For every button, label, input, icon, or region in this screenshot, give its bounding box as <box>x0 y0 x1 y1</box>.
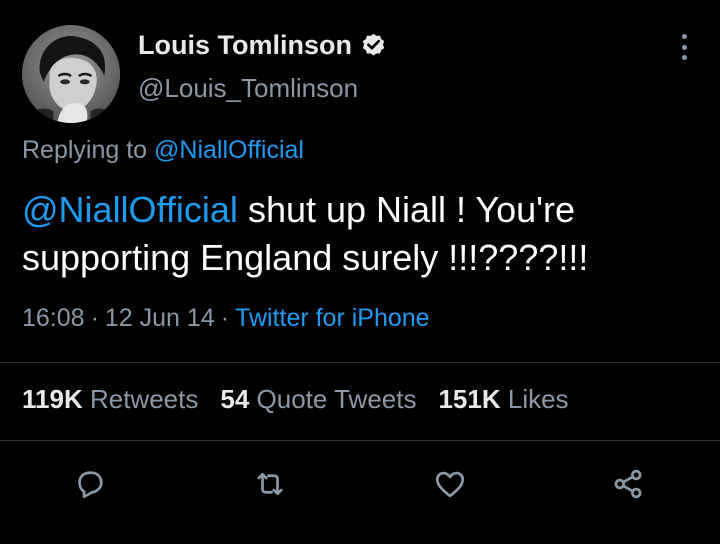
tweet-source[interactable]: Twitter for iPhone <box>235 304 430 332</box>
replying-to-label: Replying to <box>22 136 148 164</box>
tweet-time: 16:08 <box>22 304 85 332</box>
like-button[interactable] <box>432 466 468 502</box>
reply-icon <box>78 471 103 499</box>
quote-tweets-count: 54 <box>220 384 250 414</box>
share-button[interactable] <box>610 466 646 502</box>
tweet-text: @NiallOfficial shut up Niall ! You're su… <box>22 186 712 282</box>
retweet-button[interactable] <box>252 466 288 502</box>
retweets-stat[interactable]: 119K Retweets <box>22 384 198 414</box>
more-dot <box>681 44 687 50</box>
retweets-count: 119K <box>22 384 83 414</box>
meta-separator: · <box>220 304 230 332</box>
retweets-label: Retweets <box>89 384 199 414</box>
more-dot <box>681 34 687 39</box>
share-icon <box>614 469 642 499</box>
verified-badge-icon <box>362 33 385 56</box>
user-handle[interactable]: @Louis_Tomlinson <box>138 73 358 104</box>
divider <box>0 362 720 363</box>
replying-to-mention[interactable]: @NiallOfficial <box>154 136 304 164</box>
likes-stat[interactable]: 151K Likes <box>438 384 568 414</box>
tweet-mention[interactable]: @NiallOfficial <box>22 189 238 230</box>
tweet-meta: 16:08 · 12 Jun 14 · Twitter for iPhone <box>22 304 430 333</box>
display-name[interactable]: Louis Tomlinson <box>138 30 387 61</box>
display-name-text: Louis Tomlinson <box>138 30 352 60</box>
tweet-detail: Louis Tomlinson @Louis_Tomlinson Replyin… <box>0 0 720 544</box>
retweet-icon <box>257 472 283 496</box>
likes-label: Likes <box>507 384 569 414</box>
more-dot <box>681 55 687 60</box>
likes-count: 151K <box>438 384 501 414</box>
like-icon <box>435 471 465 498</box>
quote-tweets-stat[interactable]: 54 Quote Tweets <box>220 384 416 414</box>
quote-tweets-label: Quote Tweets <box>256 384 417 414</box>
replying-to-line: Replying to @NiallOfficial <box>22 136 304 165</box>
reply-button[interactable] <box>72 466 108 502</box>
more-options-icon[interactable] <box>674 30 694 64</box>
divider <box>0 440 720 441</box>
avatar[interactable] <box>22 25 120 123</box>
profile-photo-icon <box>22 25 120 123</box>
engagement-stats: 119K Retweets 54 Quote Tweets 151K Likes <box>22 384 591 415</box>
meta-separator: · <box>90 304 99 332</box>
tweet-date: 12 Jun 14 <box>104 304 215 332</box>
